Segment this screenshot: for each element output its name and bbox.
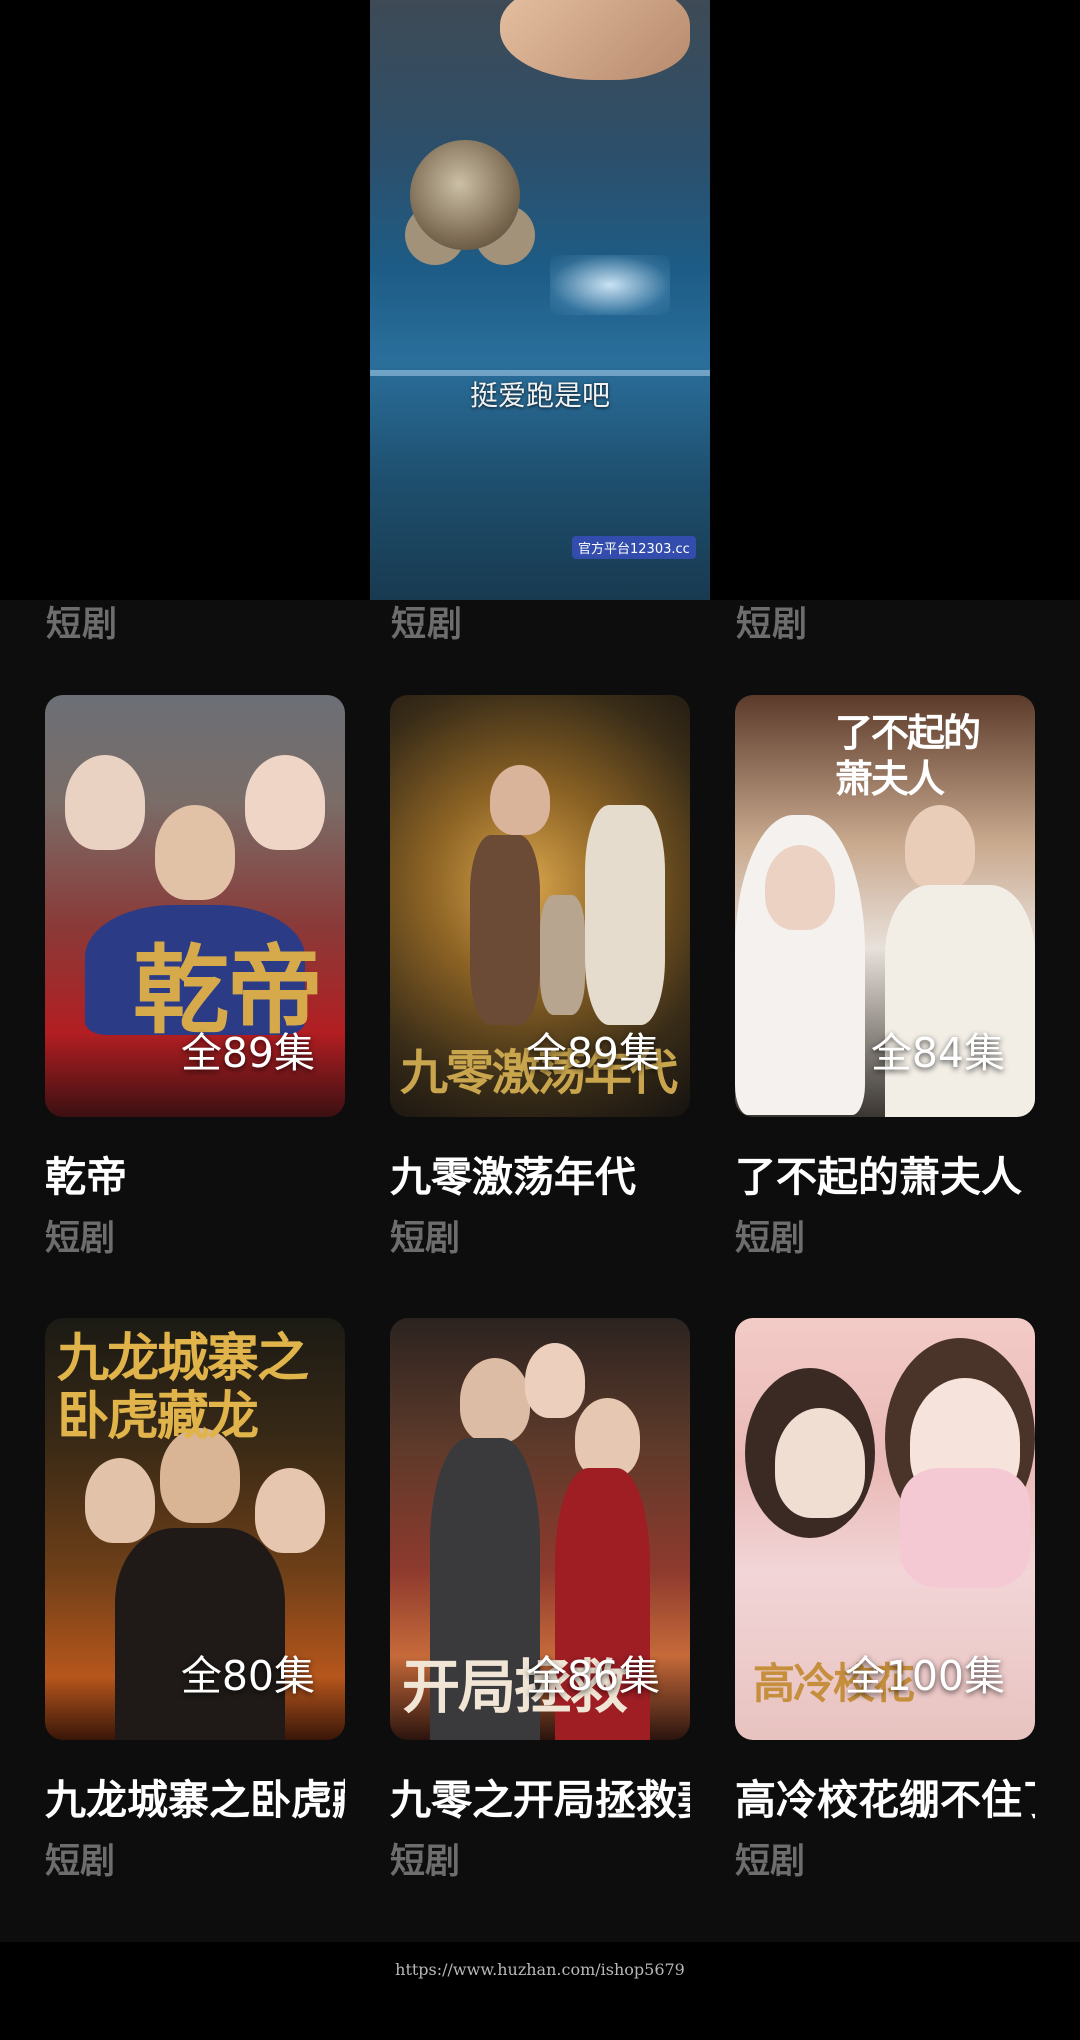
- poster-image[interactable]: 高冷校花 全100集: [735, 1318, 1035, 1740]
- drama-tag: 短剧: [735, 1842, 806, 1882]
- top-tag-1: 短剧: [46, 605, 119, 645]
- poster-title-art: 九龙城寨之卧虎藏龙: [57, 1328, 309, 1447]
- drama-title[interactable]: 高冷校花绷不住了: [735, 1774, 1035, 1826]
- episode-count: 全86集: [525, 1652, 660, 1700]
- drama-card-3[interactable]: 了不起的萧夫人 全84集 了不起的萧夫人 短剧: [735, 695, 1035, 1261]
- drama-tag: 短剧: [735, 1219, 806, 1259]
- poster-image[interactable]: 了不起的萧夫人 全84集: [735, 695, 1035, 1117]
- drama-tag: 短剧: [390, 1219, 461, 1259]
- drama-card-6[interactable]: 高冷校花 全100集 高冷校花绷不住了 短剧: [735, 1318, 1035, 1884]
- drama-title[interactable]: 乾帝: [45, 1151, 345, 1203]
- drama-card-4[interactable]: 九龙城寨之卧虎藏龙 全80集 九龙城寨之卧虎藏龙 短剧: [45, 1318, 345, 1884]
- video-hand: [500, 0, 690, 80]
- drama-tag: 短剧: [45, 1219, 116, 1259]
- drama-tag: 短剧: [390, 1842, 461, 1882]
- poster-image[interactable]: 九龙城寨之卧虎藏龙 全80集: [45, 1318, 345, 1740]
- episode-count: 全80集: [180, 1652, 315, 1700]
- footer-bar: https://www.huzhan.com/ishop5679: [0, 1942, 1080, 2040]
- video-caption: 挺爱跑是吧: [469, 379, 610, 412]
- poster-image[interactable]: 开局拯救 全86集: [390, 1318, 690, 1740]
- top-tag-2: 短剧: [391, 605, 464, 645]
- top-tag-3: 短剧: [736, 605, 809, 645]
- video-light: [550, 255, 670, 315]
- drama-title[interactable]: 九龙城寨之卧虎藏龙: [45, 1774, 345, 1826]
- video-crab: [410, 140, 520, 250]
- drama-title[interactable]: 了不起的萧夫人: [735, 1151, 1035, 1203]
- episode-count: 全89集: [180, 1029, 315, 1077]
- drama-card-1[interactable]: 乾帝 全89集 乾帝 短剧: [45, 695, 345, 1261]
- drama-title[interactable]: 九零之开局拯救妻女: [390, 1774, 690, 1826]
- drama-title[interactable]: 九零激荡年代: [390, 1151, 690, 1203]
- episode-count: 全89集: [525, 1029, 660, 1077]
- poster-title-art: 了不起的萧夫人: [835, 710, 981, 801]
- footer-url: https://www.huzhan.com/ishop5679: [395, 1960, 685, 1979]
- poster-image[interactable]: 九零激荡年代 全89集: [390, 695, 690, 1117]
- drama-card-2[interactable]: 九零激荡年代 全89集 九零激荡年代 短剧: [390, 695, 690, 1261]
- drama-tag: 短剧: [45, 1842, 116, 1882]
- episode-count: 全84集: [870, 1029, 1005, 1077]
- episode-count: 全100集: [844, 1652, 1005, 1700]
- drama-card-5[interactable]: 开局拯救 全86集 九零之开局拯救妻女 短剧: [390, 1318, 690, 1884]
- video-overlay[interactable]: 挺爱跑是吧 官方平台12303.cc: [0, 0, 1080, 600]
- poster-image[interactable]: 乾帝 全89集: [45, 695, 345, 1117]
- video-player[interactable]: 挺爱跑是吧 官方平台12303.cc: [370, 0, 710, 600]
- video-watermark: 官方平台12303.cc: [572, 536, 696, 559]
